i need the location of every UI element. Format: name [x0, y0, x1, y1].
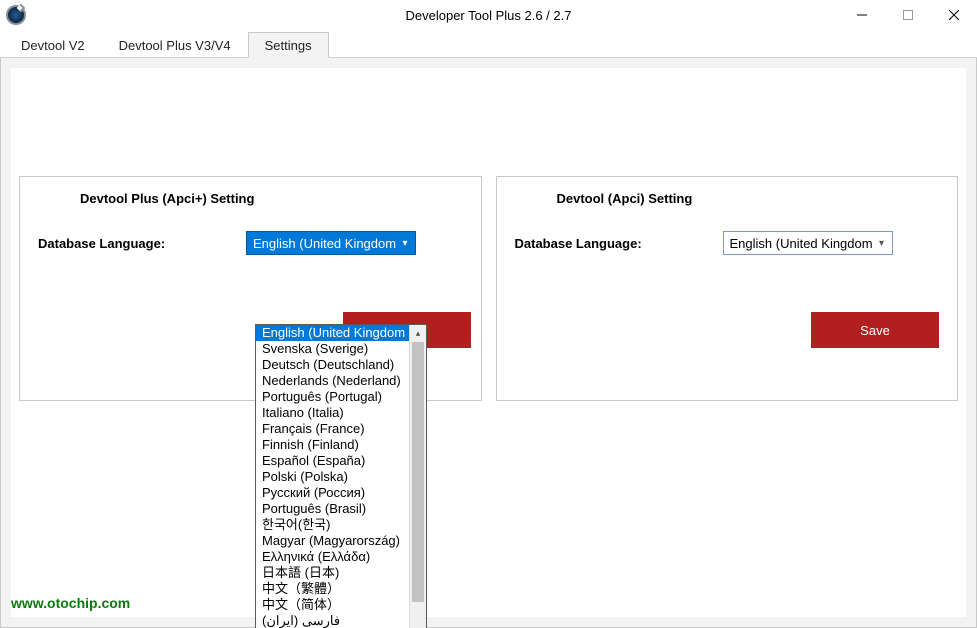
language-option[interactable]: Español (España)	[256, 453, 426, 469]
tab-devtool-v2[interactable]: Devtool V2	[4, 32, 102, 57]
watermark-link[interactable]: www.otochip.com	[11, 595, 130, 611]
chevron-down-icon: ▾	[874, 235, 890, 251]
language-option[interactable]: Português (Brasil)	[256, 501, 426, 517]
close-button[interactable]	[931, 0, 977, 30]
panel-title: Devtool Plus (Apci+) Setting	[80, 191, 254, 206]
language-option[interactable]: (ایران) فارسی	[256, 613, 426, 628]
select-value: English (United Kingdom	[730, 236, 873, 251]
window-controls	[839, 0, 977, 30]
maximize-button[interactable]	[885, 0, 931, 30]
language-option[interactable]: 日本語 (日本)	[256, 565, 426, 581]
scrollbar[interactable]: ▴ ▾	[409, 325, 426, 628]
language-option[interactable]: Svenska (Sverige)	[256, 341, 426, 357]
language-option[interactable]: English (United Kingdom	[256, 325, 426, 341]
language-option[interactable]: 한국어(한국)	[256, 517, 426, 533]
minimize-button[interactable]	[839, 0, 885, 30]
panel-title: Devtool (Apci) Setting	[557, 191, 693, 206]
tab-devtool-plus-v3v4[interactable]: Devtool Plus V3/V4	[102, 32, 248, 57]
language-option[interactable]: Português (Portugal)	[256, 389, 426, 405]
language-option[interactable]: Nederlands (Nederland)	[256, 373, 426, 389]
save-button-right[interactable]: Save	[811, 312, 939, 348]
language-option[interactable]: Polski (Polska)	[256, 469, 426, 485]
language-option[interactable]: 中文（繁體）	[256, 581, 426, 597]
title-bar: Developer Tool Plus 2.6 / 2.7	[0, 0, 977, 30]
panel-devtool-apci: Devtool (Apci) Setting Database Language…	[496, 176, 959, 401]
language-option[interactable]: Ελληνικά (Ελλάδα)	[256, 549, 426, 565]
language-option[interactable]: Deutsch (Deutschland)	[256, 357, 426, 373]
language-option[interactable]: 中文（简体）	[256, 597, 426, 613]
tab-strip: Devtool V2 Devtool Plus V3/V4 Settings	[0, 30, 977, 58]
settings-inner: Devtool Plus (Apci+) Setting Database La…	[11, 68, 966, 617]
database-language-label: Database Language:	[515, 236, 715, 251]
window-title: Developer Tool Plus 2.6 / 2.7	[0, 8, 977, 23]
language-option[interactable]: Finnish (Finland)	[256, 437, 426, 453]
language-option[interactable]: Italiano (Italia)	[256, 405, 426, 421]
scroll-up-icon[interactable]: ▴	[410, 325, 426, 342]
app-logo-icon	[6, 5, 26, 25]
database-language-select-left[interactable]: English (United Kingdom ▾	[246, 231, 416, 255]
select-value: English (United Kingdom	[253, 236, 396, 251]
language-option[interactable]: Magyar (Magyarország)	[256, 533, 426, 549]
settings-body: Devtool Plus (Apci+) Setting Database La…	[0, 58, 977, 628]
database-language-select-right[interactable]: English (United Kingdom ▾	[723, 231, 893, 255]
database-language-label: Database Language:	[38, 236, 238, 251]
language-option[interactable]: Русский (Россия)	[256, 485, 426, 501]
chevron-down-icon: ▾	[397, 235, 413, 251]
language-dropdown-list[interactable]: English (United KingdomSvenska (Sverige)…	[255, 324, 427, 628]
language-option[interactable]: Français (France)	[256, 421, 426, 437]
tab-settings[interactable]: Settings	[248, 32, 329, 58]
scroll-thumb[interactable]	[412, 342, 424, 602]
